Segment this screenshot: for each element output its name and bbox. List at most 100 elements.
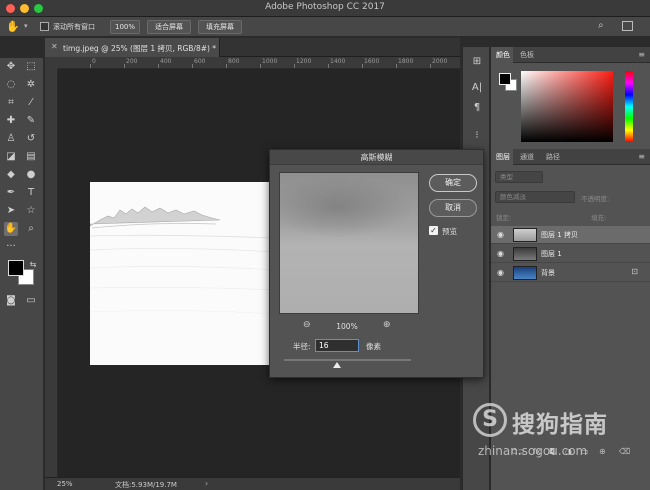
type-tool-icon[interactable]: T bbox=[24, 186, 38, 200]
tab-swatches[interactable]: 色板 bbox=[520, 50, 534, 60]
panel-menu-icon[interactable]: ≡ bbox=[638, 50, 645, 59]
radius-slider-thumb[interactable] bbox=[333, 362, 341, 368]
tab-color[interactable]: 颜色 bbox=[496, 50, 510, 60]
dodge-tool-icon[interactable]: ● bbox=[24, 168, 38, 182]
fit-screen-button[interactable]: 适合屏幕 bbox=[147, 20, 191, 34]
ruler-tick-label: 200 bbox=[126, 58, 138, 65]
watermark-text: 搜狗指南 bbox=[512, 412, 608, 438]
eyedropper-tool-icon[interactable]: ⁄ bbox=[24, 96, 38, 110]
ruler-origin[interactable] bbox=[45, 57, 58, 69]
layer-name: 图层 1 拷贝 bbox=[541, 231, 578, 239]
scroll-all-windows-checkbox[interactable] bbox=[40, 22, 49, 31]
pen-tool-icon[interactable]: ✒ bbox=[4, 186, 18, 200]
color-picker-field[interactable] bbox=[521, 71, 613, 142]
ruler-tick-label: 0 bbox=[92, 58, 96, 65]
paragraph-panel-icon[interactable]: ¶ bbox=[470, 101, 484, 115]
tab-paths[interactable]: 路径 bbox=[546, 152, 560, 162]
layer-row[interactable]: ◉ 图层 1 bbox=[491, 245, 650, 263]
horizontal-ruler[interactable]: 0 200 400 600 800 1000 1200 1400 1600 1800 2000 bbox=[58, 57, 460, 69]
hue-slider[interactable] bbox=[625, 71, 633, 142]
ruler-tick-mark bbox=[362, 64, 363, 68]
vertical-ruler[interactable] bbox=[45, 69, 58, 477]
tab-channels[interactable]: 通道 bbox=[520, 152, 534, 162]
search-icon[interactable]: ⌕ bbox=[598, 20, 604, 31]
screen-mode-icon[interactable]: ▭ bbox=[24, 294, 38, 308]
ruler-tick-mark bbox=[396, 64, 397, 68]
eraser-tool-icon[interactable]: ◪ bbox=[4, 150, 18, 164]
ruler-tick-mark bbox=[328, 64, 329, 68]
cancel-button[interactable]: 取消 bbox=[429, 199, 477, 217]
hand-tool-icon[interactable]: ✋ bbox=[4, 222, 18, 236]
preview-checkbox[interactable]: ✓ bbox=[429, 226, 438, 235]
ruler-tick-label: 600 bbox=[194, 58, 206, 65]
quick-mask-icon[interactable]: ◙ bbox=[4, 294, 18, 308]
character-panel-icon[interactable]: A| bbox=[470, 81, 484, 95]
layer-row[interactable]: ◉ 图层 1 拷贝 bbox=[491, 226, 650, 244]
healing-brush-tool-icon[interactable]: ✚ bbox=[4, 114, 18, 128]
gaussian-blur-dialog: 高斯模糊 确定 取消 ✓ 预览 ⊖ 100% ⊕ 半径: 16 像素 bbox=[269, 149, 484, 378]
radius-input[interactable]: 16 bbox=[315, 339, 359, 352]
lasso-tool-icon[interactable]: ◌ bbox=[4, 78, 18, 92]
layer-thumbnail bbox=[513, 247, 537, 261]
eye-icon[interactable]: ◉ bbox=[497, 268, 504, 277]
ok-button[interactable]: 确定 bbox=[429, 174, 477, 192]
status-menu-chevron-icon[interactable]: › bbox=[205, 479, 208, 488]
radius-slider[interactable] bbox=[284, 359, 411, 361]
close-icon[interactable]: ✕ bbox=[51, 42, 58, 51]
fill-screen-button[interactable]: 填充屏幕 bbox=[198, 20, 242, 34]
panel-menu-icon[interactable]: ≡ bbox=[638, 152, 645, 161]
tab-layers[interactable]: 图层 bbox=[496, 152, 510, 162]
zoom-level[interactable]: 25% bbox=[57, 480, 73, 488]
layer-thumbnail bbox=[513, 228, 537, 242]
gradient-tool-icon[interactable]: ▤ bbox=[24, 150, 38, 164]
properties-panel-icon[interactable]: ⁝ bbox=[470, 129, 484, 143]
fill-label: 填充: bbox=[591, 214, 607, 222]
lock-label: 锁定: bbox=[496, 214, 512, 222]
blend-mode-select[interactable]: 颜色减淡 bbox=[495, 191, 575, 203]
ruler-tick-mark bbox=[158, 64, 159, 68]
eye-icon[interactable]: ◉ bbox=[497, 230, 504, 239]
path-selection-tool-icon[interactable]: ➤ bbox=[4, 204, 18, 218]
ruler-tick-label: 1800 bbox=[398, 58, 414, 65]
hand-tool-icon[interactable]: ✋ bbox=[6, 20, 20, 33]
zoom-tool-icon[interactable]: ⌕ bbox=[24, 222, 38, 236]
ruler-tick-mark bbox=[192, 64, 193, 68]
ruler-tick-mark bbox=[294, 64, 295, 68]
layer-filter-label: 类型 bbox=[500, 173, 513, 181]
ruler-tick-label: 400 bbox=[160, 58, 172, 65]
zoom-in-icon[interactable]: ⊕ bbox=[383, 320, 391, 330]
zoom-100-button[interactable]: 100% bbox=[110, 20, 140, 34]
color-panel-tabs: 颜色 色板 ≡ bbox=[491, 47, 650, 63]
document-tab[interactable]: ✕ timg.jpeg @ 25% (图层 1 拷贝, RGB/8#) * bbox=[45, 38, 220, 57]
blur-tool-icon[interactable]: ◆ bbox=[4, 168, 18, 182]
zoom-out-icon[interactable]: ⊖ bbox=[303, 320, 311, 330]
history-panel-icon[interactable]: ⊞ bbox=[470, 55, 484, 69]
more-tools-icon[interactable]: ··· bbox=[4, 240, 18, 254]
brush-tool-icon[interactable]: ✎ bbox=[24, 114, 38, 128]
color-panel-foreground[interactable] bbox=[499, 73, 511, 85]
move-tool-icon[interactable]: ✥ bbox=[4, 60, 18, 74]
document-tab-label: timg.jpeg @ 25% (图层 1 拷贝, RGB/8#) * bbox=[63, 44, 217, 53]
workspace-switcher-icon[interactable] bbox=[622, 21, 633, 31]
ruler-tick-label: 1400 bbox=[330, 58, 346, 65]
magic-wand-tool-icon[interactable]: ✲ bbox=[24, 78, 38, 92]
ruler-tick-mark bbox=[430, 64, 431, 68]
ruler-tick-label: 2000 bbox=[432, 58, 448, 65]
ruler-tick-label: 1000 bbox=[262, 58, 278, 65]
layer-thumbnail bbox=[513, 266, 537, 280]
clone-stamp-tool-icon[interactable]: ♙ bbox=[4, 132, 18, 146]
tool-preset-chevron-down-icon[interactable]: ▾ bbox=[24, 22, 28, 30]
history-brush-tool-icon[interactable]: ↺ bbox=[24, 132, 38, 146]
ruler-tick-mark bbox=[260, 64, 261, 68]
crop-tool-icon[interactable]: ⌗ bbox=[4, 96, 18, 110]
shape-tool-icon[interactable]: ☆ bbox=[24, 204, 38, 218]
foreground-color-swatch[interactable] bbox=[8, 260, 24, 276]
layer-row[interactable]: ◉ 背景 ⊡ bbox=[491, 264, 650, 282]
radius-label: 半径: bbox=[293, 342, 311, 351]
dialog-title[interactable]: 高斯模糊 bbox=[270, 150, 483, 165]
layer-filter-select[interactable]: 类型 bbox=[495, 171, 543, 183]
preview-zoom-value: 100% bbox=[336, 322, 358, 331]
blur-preview[interactable] bbox=[279, 172, 419, 314]
eye-icon[interactable]: ◉ bbox=[497, 249, 504, 258]
marquee-tool-icon[interactable]: ⬚ bbox=[24, 60, 38, 74]
